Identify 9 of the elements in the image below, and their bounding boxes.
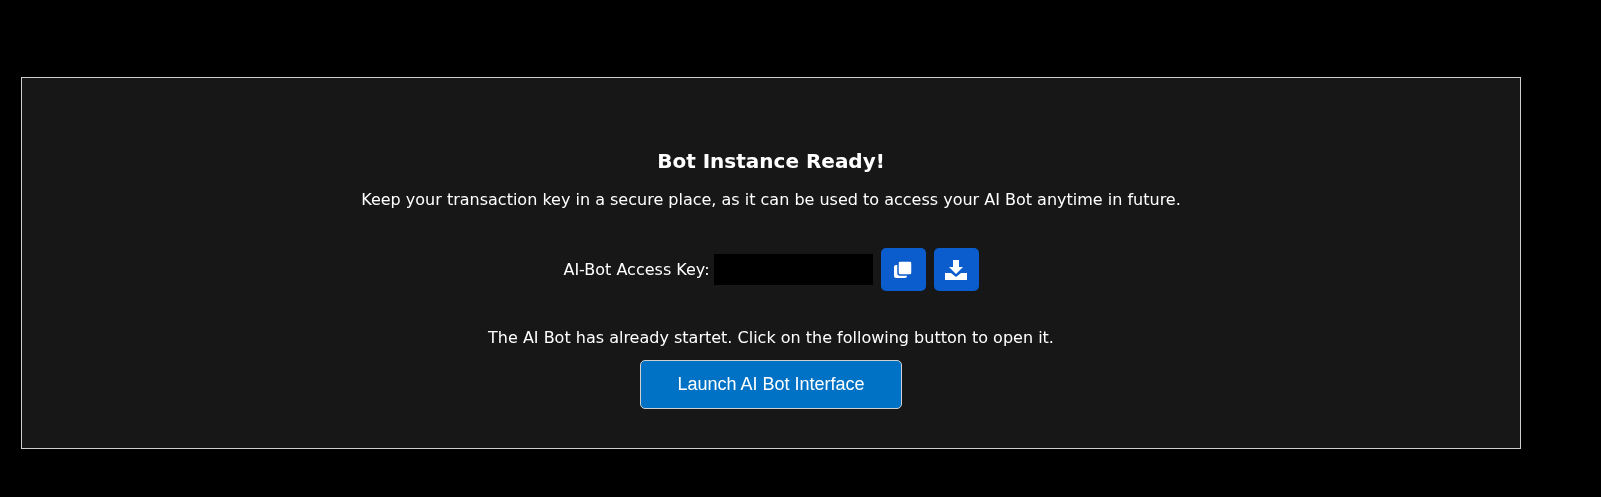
card-title: Bot Instance Ready! [657,148,885,175]
copy-button[interactable] [880,248,926,291]
status-text: The AI Bot has already startet. Click on the following button to open it. [488,327,1054,349]
download-icon [945,259,968,280]
copy-icon [893,259,914,280]
access-key-label: AI-Bot Access Key: [563,258,710,281]
launch-button[interactable]: Launch AI Bot Interface [640,360,902,409]
download-button[interactable] [933,248,979,291]
notice-text: Keep your transaction key in a secure place, as it can be used to access your AI Bot anytime in future. [361,189,1181,211]
